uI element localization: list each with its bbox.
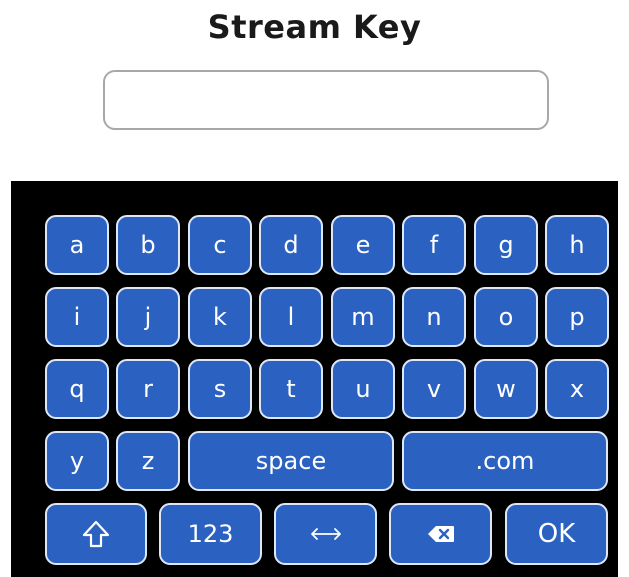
key-g[interactable]: g (474, 215, 538, 275)
ok-button[interactable]: OK (505, 503, 608, 565)
key-l[interactable]: l (259, 287, 323, 347)
key-s[interactable]: s (188, 359, 252, 419)
key-a[interactable]: a (45, 215, 109, 275)
key-e[interactable]: e (331, 215, 395, 275)
key-d[interactable]: d (259, 215, 323, 275)
key-o[interactable]: o (474, 287, 538, 347)
key-t[interactable]: t (259, 359, 323, 419)
numbers-key[interactable]: 123 (159, 503, 262, 565)
key-x[interactable]: x (545, 359, 609, 419)
shift-up-arrow-icon (81, 519, 111, 549)
key-j[interactable]: j (116, 287, 180, 347)
on-screen-keyboard: a b c d e f g h i j k l m n o p q r s t … (11, 181, 618, 577)
left-right-arrow-icon (309, 524, 343, 544)
key-m[interactable]: m (331, 287, 395, 347)
key-c[interactable]: c (188, 215, 252, 275)
key-p[interactable]: p (545, 287, 609, 347)
stream-key-input[interactable] (103, 70, 549, 130)
key-q[interactable]: q (45, 359, 109, 419)
key-h[interactable]: h (545, 215, 609, 275)
key-f[interactable]: f (402, 215, 466, 275)
key-i[interactable]: i (45, 287, 109, 347)
key-k[interactable]: k (188, 287, 252, 347)
key-v[interactable]: v (402, 359, 466, 419)
key-r[interactable]: r (116, 359, 180, 419)
layout-toggle-key[interactable] (274, 503, 377, 565)
key-w[interactable]: w (474, 359, 538, 419)
backspace-key[interactable] (389, 503, 492, 565)
backspace-icon (427, 525, 455, 543)
key-y[interactable]: y (45, 431, 109, 491)
page-title: Stream Key (207, 8, 422, 46)
key-u[interactable]: u (331, 359, 395, 419)
space-key[interactable]: space (188, 431, 394, 491)
shift-key[interactable] (45, 503, 147, 565)
key-n[interactable]: n (402, 287, 466, 347)
key-z[interactable]: z (116, 431, 180, 491)
key-b[interactable]: b (116, 215, 180, 275)
dotcom-key[interactable]: .com (402, 431, 608, 491)
